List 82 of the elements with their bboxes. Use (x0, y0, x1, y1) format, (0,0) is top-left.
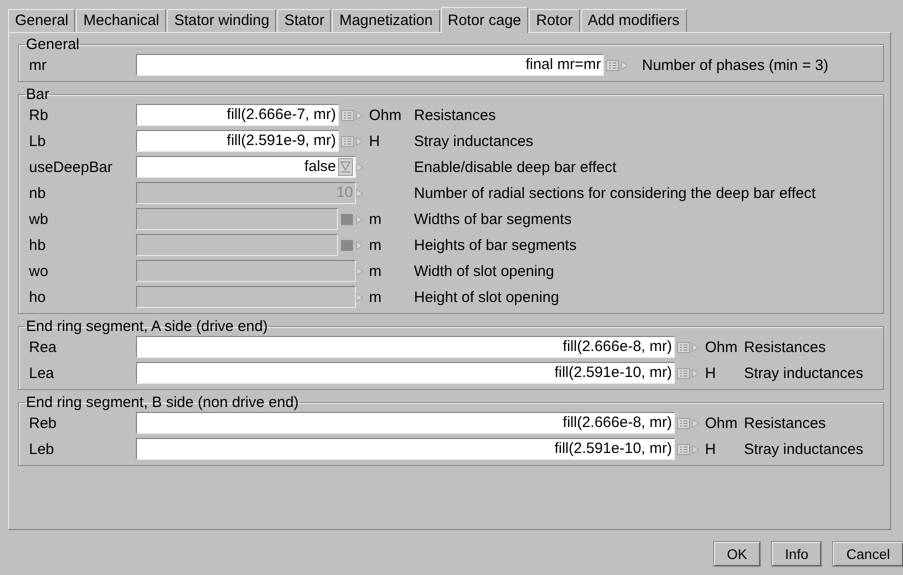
input-field[interactable]: fill(2.591e-10, mr) (136, 438, 675, 460)
list-icon[interactable] (677, 418, 690, 428)
dropdown-icon[interactable] (338, 158, 353, 176)
dialog-button[interactable]: Info (772, 542, 822, 566)
arrow-icon[interactable] (692, 418, 699, 428)
arrow-icon[interactable] (692, 342, 699, 352)
description-text: Width of slot opening (414, 262, 556, 280)
group-title: End ring segment, A side (drive end) (25, 318, 269, 335)
list-icon[interactable] (341, 136, 354, 146)
description-text: Number of phases (min = 3) (642, 56, 830, 74)
tab[interactable]: Mechanical (76, 9, 166, 32)
tab[interactable]: Stator winding (167, 9, 276, 32)
tab[interactable]: Add modifiers (580, 9, 687, 32)
unit-label: m (368, 210, 382, 228)
description-text: Stray inductances (744, 364, 864, 382)
unit-label: H (368, 132, 381, 150)
group-title: General (25, 36, 80, 53)
parameter-label: wb (29, 210, 50, 228)
unit-label: H (704, 440, 717, 458)
parameter-label: Rb (29, 106, 50, 124)
tab[interactable]: Rotor cage (440, 7, 528, 33)
description-text: Number of radial sections for considering the deep bar effect (414, 184, 817, 202)
description-text: Stray inductances (414, 132, 534, 150)
unit-label: m (368, 236, 382, 254)
description-text: Widths of bar segments (414, 210, 573, 228)
input-field[interactable]: fill(2.591e-10, mr) (136, 362, 675, 384)
description-text: Enable/disable deep bar effect (414, 158, 618, 176)
arrow-icon[interactable] (356, 136, 363, 146)
parameter-label: ho (29, 288, 47, 306)
input-field[interactable]: fill(2.666e-8, mr) (136, 336, 675, 358)
unit-label: Ohm (704, 414, 739, 432)
unit-label: m (368, 288, 382, 306)
arrow-icon[interactable] (356, 292, 363, 302)
description-text: Resistances (744, 338, 827, 356)
description-text: Resistances (744, 414, 827, 432)
list-icon[interactable] (606, 60, 619, 70)
list-icon[interactable] (677, 342, 690, 352)
tab[interactable]: Stator (277, 9, 332, 32)
parameter-label: useDeepBar (29, 158, 114, 176)
square-icon[interactable] (341, 240, 353, 250)
description-text: Height of slot opening (414, 288, 560, 306)
group-title: End ring segment, B side (non drive end) (25, 394, 300, 411)
parameter-label: Lea (29, 364, 56, 382)
input-field[interactable]: fill(2.666e-7, mr) (136, 104, 339, 126)
unit-label: m (368, 262, 382, 280)
arrow-icon[interactable] (356, 240, 363, 250)
arrow-icon[interactable] (356, 266, 363, 276)
tab[interactable]: Magnetization (332, 9, 440, 32)
parameter-label: Reb (29, 414, 58, 432)
parameter-label: hb (29, 236, 47, 254)
dropdown-field[interactable]: false (136, 156, 356, 178)
unit-label: H (704, 364, 717, 382)
input-field[interactable]: fill(2.591e-9, mr) (136, 130, 339, 152)
parameter-label: nb (29, 184, 47, 202)
arrow-icon[interactable] (356, 110, 363, 120)
description-text: Resistances (414, 106, 497, 124)
arrow-icon[interactable] (356, 162, 363, 172)
arrow-icon[interactable] (356, 214, 363, 224)
arrow-icon[interactable] (356, 188, 363, 198)
parameter-label: wo (29, 262, 50, 280)
group-title: Bar (25, 86, 50, 103)
square-icon[interactable] (341, 214, 353, 224)
parameter-label: Rea (29, 338, 58, 356)
tab[interactable]: Rotor (529, 9, 580, 32)
input-field[interactable]: fill(2.666e-8, mr) (136, 412, 675, 434)
unit-label: Ohm (704, 338, 739, 356)
list-icon[interactable] (341, 110, 354, 120)
unit-label: Ohm (368, 106, 403, 124)
description-text: Stray inductances (744, 440, 864, 458)
arrow-icon[interactable] (692, 444, 699, 454)
description-text: Heights of bar segments (414, 236, 578, 254)
parameter-label: Lb (29, 132, 47, 150)
arrow-icon[interactable] (621, 60, 628, 70)
parameter-label: Leb (29, 440, 56, 458)
input-field[interactable]: final mr=mr (136, 54, 604, 76)
arrow-icon[interactable] (692, 368, 699, 378)
dialog-button[interactable]: OK (714, 542, 760, 566)
list-icon[interactable] (677, 444, 690, 454)
list-icon[interactable] (677, 368, 690, 378)
tab[interactable]: General (8, 9, 76, 32)
parameter-label: mr (29, 56, 48, 74)
dialog-button[interactable]: Cancel (833, 542, 903, 566)
